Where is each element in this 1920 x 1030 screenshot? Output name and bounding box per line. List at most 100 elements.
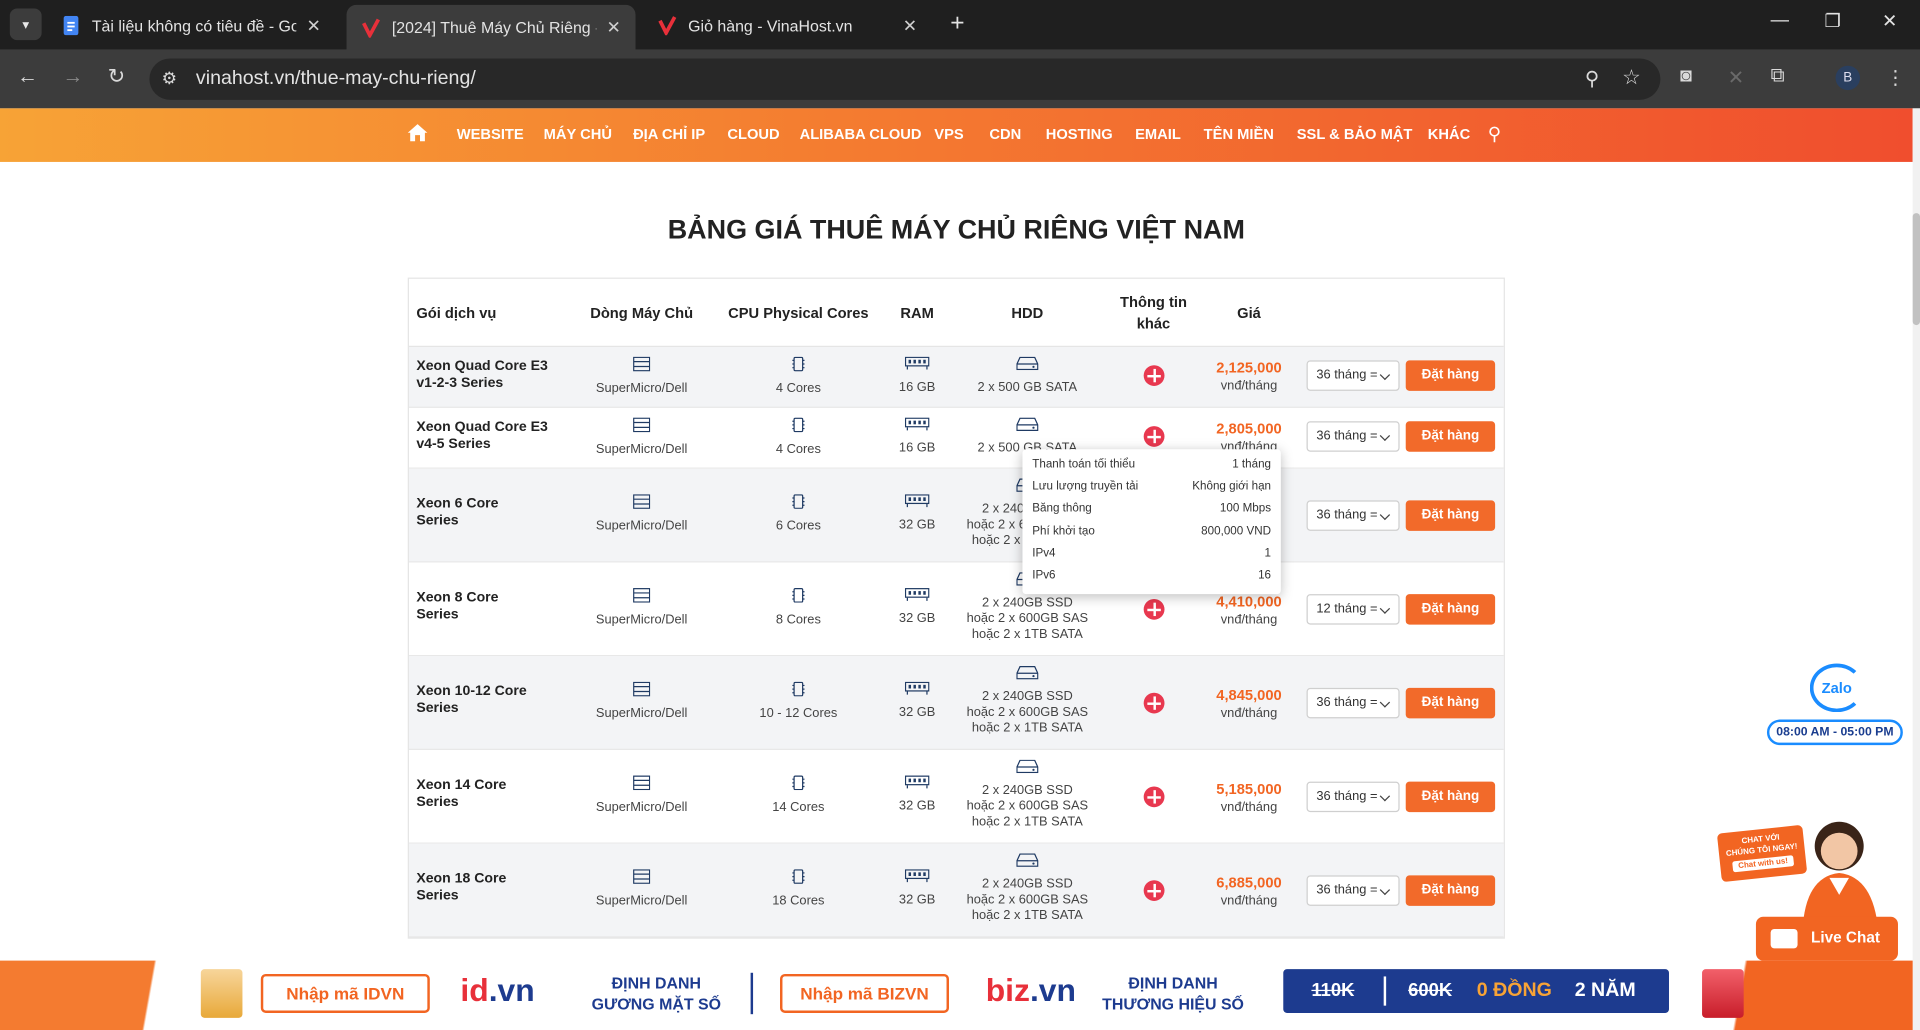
close-tab-icon[interactable]: ✕ bbox=[306, 15, 320, 36]
cpu-text: 18 Cores bbox=[772, 893, 825, 909]
promo-code-idvn[interactable]: Nhập mã IDVN bbox=[260, 974, 430, 1013]
menu-kebab-icon[interactable]: ⋮ bbox=[1886, 66, 1906, 90]
order-button[interactable]: Đặt hàng bbox=[1405, 360, 1496, 391]
ram-icon bbox=[887, 869, 948, 887]
zoom-icon[interactable]: ⚲ bbox=[1585, 67, 1599, 91]
promo-code-bizvn[interactable]: Nhập mã BIZVN bbox=[780, 974, 949, 1013]
camera-extension-icon[interactable]: ◙ bbox=[1680, 66, 1692, 88]
term-select[interactable]: 36 tháng = bbox=[1306, 500, 1400, 531]
server-icon bbox=[580, 775, 702, 795]
info-plus-icon[interactable] bbox=[1143, 786, 1165, 808]
close-window-icon[interactable]: ✕ bbox=[1882, 10, 1897, 32]
promo-deal-box[interactable]: 110K 600K 0 ĐỒNG 2 NĂM bbox=[1283, 969, 1669, 1013]
order-button[interactable]: Đặt hàng bbox=[1405, 421, 1496, 452]
nav-ten-mien[interactable]: TÊN MIỀN bbox=[1204, 125, 1274, 142]
url-text[interactable]: vinahost.vn/thue-may-chu-rieng/ bbox=[196, 68, 476, 90]
price-value: 4,410,000 bbox=[1216, 592, 1282, 610]
nav-website[interactable]: WEBSITE bbox=[457, 125, 524, 142]
x-extension-icon[interactable]: ✕ bbox=[1728, 66, 1744, 90]
promo-bg-left bbox=[0, 960, 209, 1030]
tab-google-docs[interactable]: Tài liệu không có tiêu đề - Goog ✕ bbox=[47, 5, 336, 46]
nav-hosting[interactable]: HOSTING bbox=[1046, 125, 1113, 142]
cpu-text: 8 Cores bbox=[775, 612, 821, 628]
package-name-line1: Xeon 10-12 Core bbox=[416, 684, 527, 699]
tab-thue-may-chu[interactable]: [2024] Thuê Máy Chủ Riêng - D ✕ bbox=[346, 4, 636, 50]
search-icon[interactable]: ⚲ bbox=[1488, 123, 1501, 145]
scrollbar-thumb[interactable] bbox=[1912, 213, 1920, 326]
tab-gio-hang[interactable]: Giỏ hàng - VinaHost.vn ✕ bbox=[643, 5, 932, 46]
profile-avatar[interactable]: B bbox=[1835, 65, 1861, 91]
term-select[interactable]: 12 tháng = bbox=[1306, 594, 1400, 625]
term-select[interactable]: 36 tháng = bbox=[1306, 687, 1400, 719]
term-select[interactable]: 36 tháng = bbox=[1306, 360, 1400, 391]
cpu-text: 10 - 12 Cores bbox=[759, 706, 838, 721]
price-cell: 4,410,000 vnđ/tháng bbox=[1199, 593, 1299, 627]
close-tab-icon[interactable]: ✕ bbox=[903, 15, 917, 36]
order-button[interactable]: Đặt hàng bbox=[1405, 875, 1496, 906]
nav-ssl-bao-mat[interactable]: SSL & BẢO MẬT bbox=[1297, 125, 1413, 142]
cpu-cell: 18 Cores bbox=[725, 869, 872, 909]
live-chat-button[interactable]: Live Chat bbox=[1755, 916, 1898, 961]
ram-icon bbox=[887, 775, 948, 794]
nav-vps[interactable]: VPS bbox=[934, 125, 963, 142]
gift-box-icon bbox=[200, 969, 243, 1018]
cpu-text: 4 Cores bbox=[775, 381, 821, 396]
close-tab-icon[interactable]: ✕ bbox=[606, 17, 620, 38]
server-icon bbox=[580, 417, 702, 437]
info-plus-icon[interactable] bbox=[1143, 692, 1165, 714]
hdd-line3: hoặc 2 x 1TB SATA bbox=[971, 720, 1083, 736]
term-select[interactable]: 36 tháng = bbox=[1306, 781, 1400, 813]
server-line-cell: SuperMicro/Dell bbox=[580, 417, 702, 458]
new-tab-icon[interactable]: + bbox=[950, 10, 964, 38]
back-icon[interactable]: ← bbox=[17, 65, 38, 89]
extensions-puzzle-icon[interactable]: ⧉ bbox=[1771, 66, 1785, 88]
home-icon[interactable] bbox=[407, 122, 429, 150]
cpu-chip-icon bbox=[725, 869, 872, 888]
reload-icon[interactable]: ↻ bbox=[108, 65, 125, 89]
order-button[interactable]: Đặt hàng bbox=[1405, 594, 1496, 625]
nav-cloud[interactable]: CLOUD bbox=[727, 125, 779, 142]
site-info-icon[interactable]: ⚙ bbox=[162, 68, 177, 89]
nav-cdn[interactable]: CDN bbox=[989, 125, 1021, 142]
term-select[interactable]: 36 tháng = bbox=[1306, 421, 1400, 452]
server-line-cell: SuperMicro/Dell bbox=[580, 775, 702, 816]
tab-search-button[interactable]: ▾ bbox=[9, 8, 42, 41]
server-line-cell: SuperMicro/Dell bbox=[580, 494, 702, 534]
bookmark-star-icon[interactable]: ☆ bbox=[1622, 66, 1641, 90]
nav-may-chu[interactable]: MÁY CHỦ bbox=[544, 125, 612, 142]
info-plus-icon[interactable] bbox=[1143, 599, 1165, 620]
nav-dia-chi-ip[interactable]: ĐỊA CHỈ IP bbox=[633, 125, 705, 142]
address-bar[interactable]: ⚙ vinahost.vn/thue-may-chu-rieng/ ⚲ ☆ bbox=[149, 58, 1661, 100]
minimize-icon[interactable]: — bbox=[1771, 10, 1789, 31]
tooltip-row: Băng thông 100 Mbps bbox=[1032, 501, 1271, 523]
nav-email[interactable]: EMAIL bbox=[1135, 125, 1181, 142]
tooltip-row: Thanh toán tối thiểu 1 tháng bbox=[1032, 457, 1271, 479]
order-button[interactable]: Đặt hàng bbox=[1405, 781, 1496, 813]
server-icon bbox=[580, 869, 702, 888]
table-row: Xeon Quad Core E3 v4-5 Series SuperMicro… bbox=[408, 408, 1504, 469]
chat-badge[interactable]: CHAT VỚI CHÚNG TÔI NGAY! Chat with us! bbox=[1716, 824, 1808, 883]
hard-drive-icon bbox=[948, 759, 1107, 778]
package-name-line2: Series bbox=[416, 513, 459, 529]
cpu-chip-icon bbox=[725, 356, 872, 376]
info-plus-icon[interactable] bbox=[1143, 880, 1165, 901]
info-plus-icon[interactable] bbox=[1143, 426, 1165, 447]
order-button[interactable]: Đặt hàng bbox=[1405, 500, 1496, 531]
hdd-cell: 2 x 240GB SSD hoặc 2 x 600GB SAS hoặc 2 … bbox=[948, 759, 1107, 831]
hdd-line1: 2 x 240GB SSD bbox=[981, 595, 1073, 610]
server-line-text: SuperMicro/Dell bbox=[595, 799, 688, 815]
nav-alibaba-cloud[interactable]: ALIBABA CLOUD bbox=[800, 125, 922, 142]
forward-icon[interactable]: → bbox=[62, 65, 83, 89]
tooltip-row: Phí khởi tạo 800,000 VND bbox=[1032, 523, 1271, 545]
tooltip-key: IPv6 bbox=[1032, 568, 1056, 582]
nav-khac[interactable]: KHÁC bbox=[1428, 125, 1470, 142]
price-value: 2,125,000 bbox=[1216, 359, 1282, 377]
cpu-cell: 4 Cores bbox=[725, 356, 872, 397]
zalo-chat-button[interactable]: Zalo bbox=[1809, 663, 1864, 713]
order-button[interactable]: Đặt hàng bbox=[1405, 687, 1496, 719]
term-select[interactable]: 36 tháng = bbox=[1306, 875, 1400, 906]
ram-cell: 32 GB bbox=[887, 494, 948, 533]
restore-icon[interactable]: ❐ bbox=[1825, 10, 1841, 32]
info-plus-icon[interactable] bbox=[1143, 365, 1165, 386]
cpu-cell: 14 Cores bbox=[725, 775, 872, 816]
